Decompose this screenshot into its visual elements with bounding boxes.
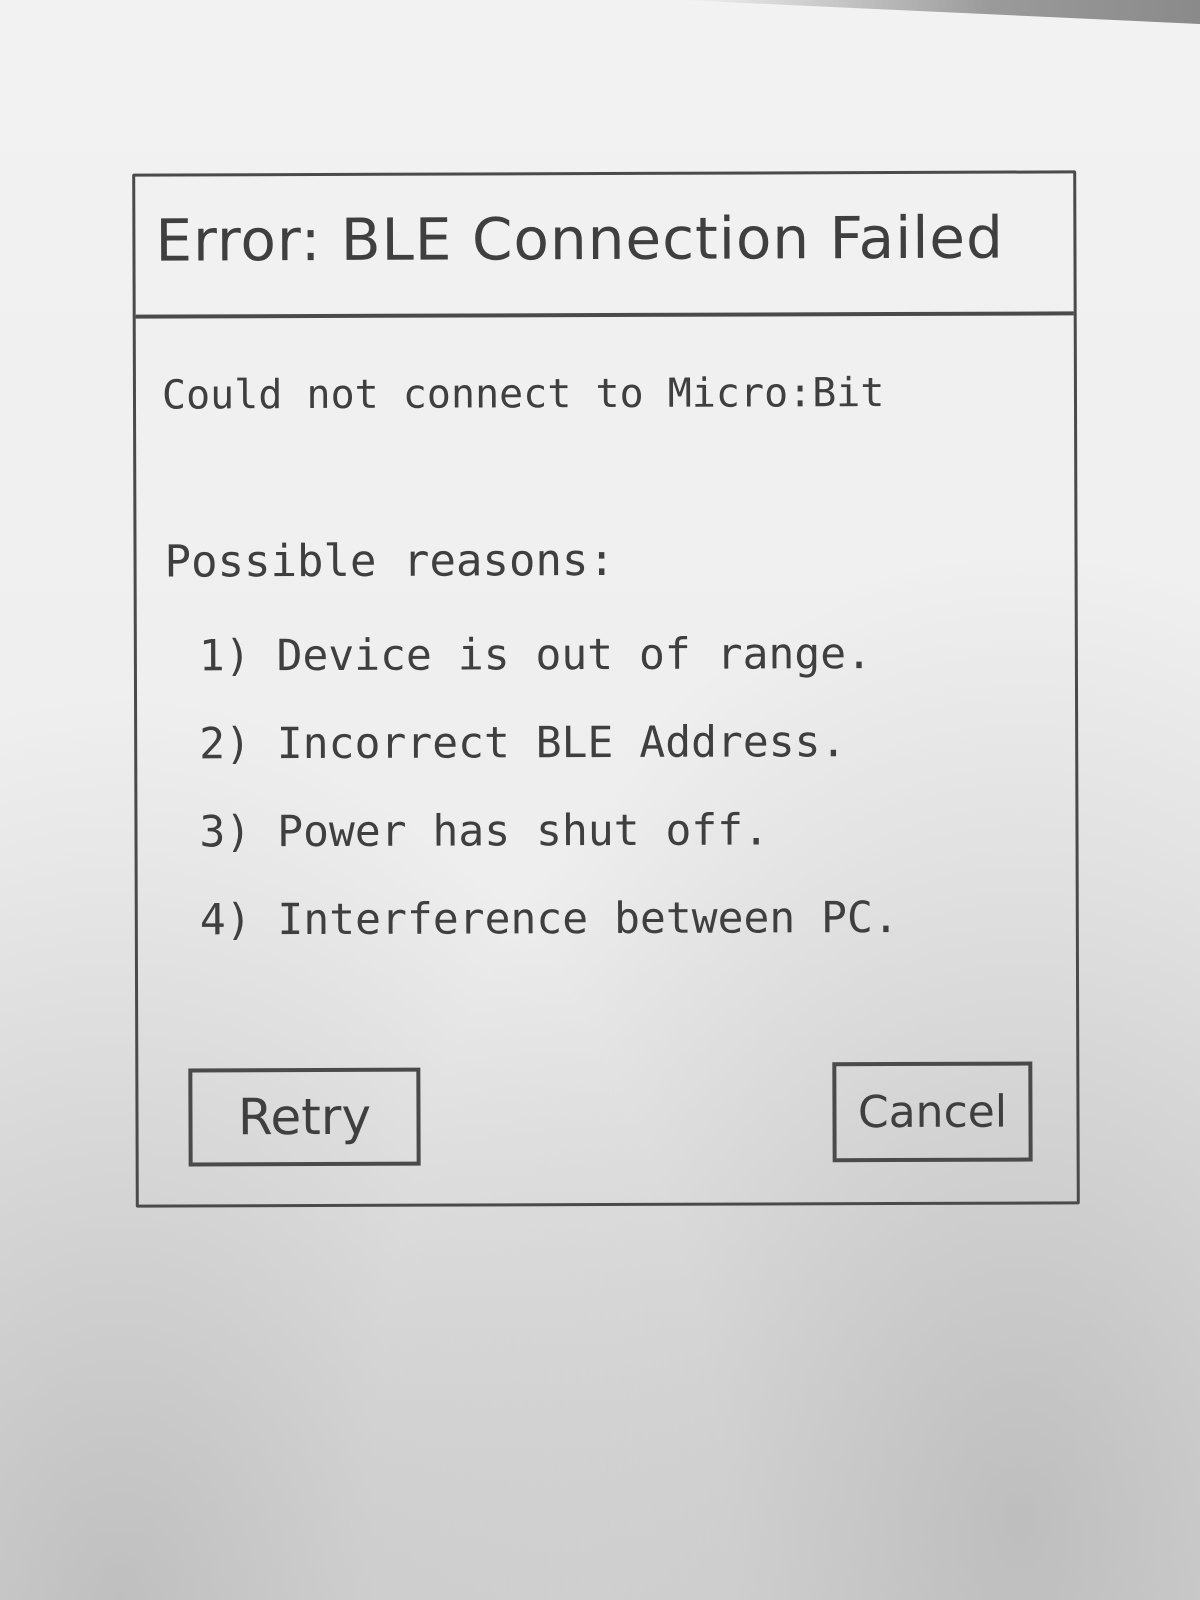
retry-button[interactable]: Retry [188, 1067, 421, 1167]
reason-item-2: 2) Incorrect BLE Address. [199, 717, 847, 770]
error-message: Could not connect to Micro:Bit [161, 370, 885, 419]
reason-item-3: 3) Power has shut off. [199, 805, 770, 858]
reason-item-4: 4) Interference between PC. [199, 892, 899, 946]
dialog-title-bar: Error: BLE Connection Failed [135, 173, 1074, 319]
reasons-heading: Possible reasons: [164, 534, 615, 588]
reasons-list: 1) Device is out of range. 2) Incorrect … [199, 610, 899, 964]
cancel-button[interactable]: Cancel [832, 1061, 1033, 1163]
error-dialog: Error: BLE Connection Failed Could not c… [132, 170, 1080, 1208]
dialog-title: Error: BLE Connection Failed [155, 203, 1004, 275]
reason-item-1: 1) Device is out of range. [198, 629, 873, 682]
